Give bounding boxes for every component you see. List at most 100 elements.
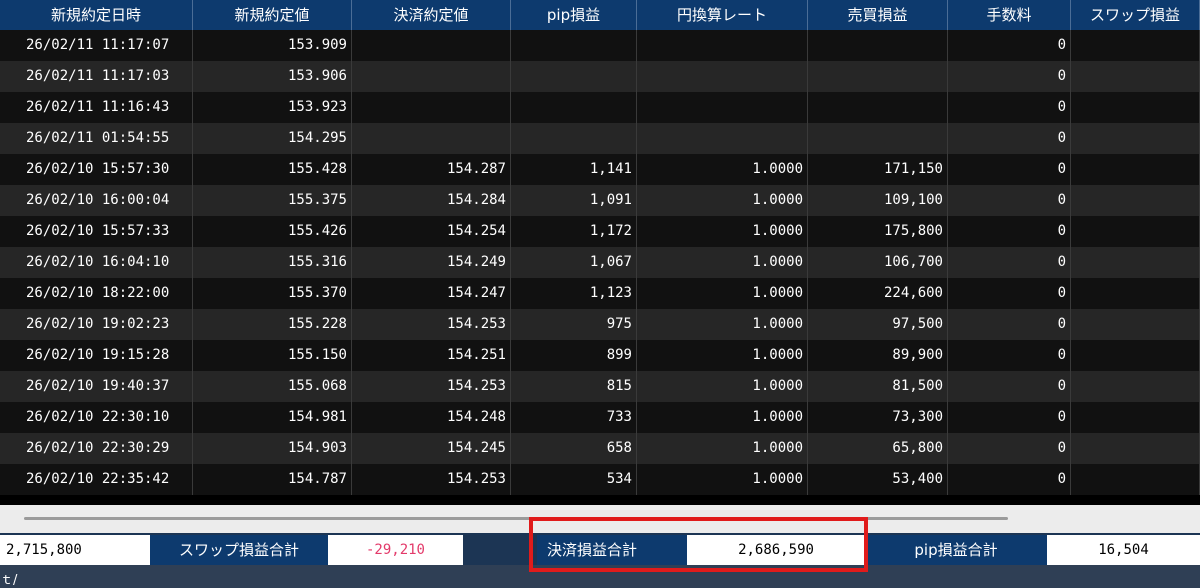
table-cell: 0 xyxy=(948,371,1071,402)
table-cell: 154.249 xyxy=(352,247,511,278)
table-row[interactable]: 26/02/10 15:57:33 155.426 154.254 1,172 1.00… xyxy=(0,216,1200,247)
table-row[interactable]: 26/02/11 01:54:55 154.295 0 xyxy=(0,123,1200,154)
table-cell: 154.903 xyxy=(193,433,352,464)
table-cell: 0 xyxy=(948,185,1071,216)
table-cell: 153.923 xyxy=(193,92,352,123)
column-header[interactable]: 円換算レート xyxy=(637,0,808,30)
column-header[interactable]: 売買損益 xyxy=(808,0,948,30)
table-cell xyxy=(637,123,808,154)
horizontal-scrollbar[interactable] xyxy=(0,505,1200,533)
table-cell: 1.0000 xyxy=(637,185,808,216)
table-cell: 0 xyxy=(948,402,1071,433)
table-cell xyxy=(1071,309,1200,340)
column-header[interactable]: 新規約定値 xyxy=(193,0,352,30)
table-cell: 1.0000 xyxy=(637,464,808,495)
table-cell: 153.909 xyxy=(193,30,352,61)
table-cell xyxy=(511,30,637,61)
table-cell xyxy=(637,30,808,61)
table-cell: 1.0000 xyxy=(637,216,808,247)
table-cell: 53,400 xyxy=(808,464,948,495)
table-cell: 0 xyxy=(948,278,1071,309)
scrollbar-thumb[interactable] xyxy=(24,517,1008,520)
table-row[interactable]: 26/02/10 22:30:29 154.903 154.245 658 1.0000… xyxy=(0,433,1200,464)
table-cell: 155.068 xyxy=(193,371,352,402)
table-cell: 815 xyxy=(511,371,637,402)
table-cell: 0 xyxy=(948,464,1071,495)
table-cell: 1,123 xyxy=(511,278,637,309)
table-bottom-band xyxy=(0,495,1200,505)
table-cell: 26/02/10 15:57:30 xyxy=(0,154,193,185)
table-cell: 154.253 xyxy=(352,309,511,340)
trade-total-value: 2,715,800 xyxy=(0,535,150,565)
table-cell: 1.0000 xyxy=(637,402,808,433)
table-cell xyxy=(1071,433,1200,464)
table-cell: 26/02/11 11:17:03 xyxy=(0,61,193,92)
table-cell: 154.253 xyxy=(352,464,511,495)
table-cell: 154.787 xyxy=(193,464,352,495)
table-cell: 0 xyxy=(948,247,1071,278)
table-cell: 26/02/10 18:22:00 xyxy=(0,278,193,309)
table-row[interactable]: 26/02/10 22:35:42 154.787 154.253 534 1.0000… xyxy=(0,464,1200,495)
table-row[interactable]: 26/02/10 19:40:37 155.068 154.253 815 1.0000… xyxy=(0,371,1200,402)
table-cell: 155.316 xyxy=(193,247,352,278)
table-cell xyxy=(637,61,808,92)
table-cell: 154.253 xyxy=(352,371,511,402)
table-cell: 154.981 xyxy=(193,402,352,433)
table-cell: 1.0000 xyxy=(637,247,808,278)
table-row[interactable]: 26/02/10 22:30:10 154.981 154.248 733 1.0000… xyxy=(0,402,1200,433)
table-cell: 658 xyxy=(511,433,637,464)
table-cell: 0 xyxy=(948,340,1071,371)
table-cell: 155.426 xyxy=(193,216,352,247)
table-row[interactable]: 26/02/11 11:16:43 153.923 0 xyxy=(0,92,1200,123)
table-cell: 81,500 xyxy=(808,371,948,402)
table-cell: 154.287 xyxy=(352,154,511,185)
table-cell: 26/02/10 22:35:42 xyxy=(0,464,193,495)
table-row[interactable]: 26/02/11 11:17:07 153.909 0 xyxy=(0,30,1200,61)
table-cell: 26/02/10 16:04:10 xyxy=(0,247,193,278)
table-cell xyxy=(1071,154,1200,185)
table-cell xyxy=(352,92,511,123)
totals-bar: 2,715,800 スワップ損益合計 -29,210 決済損益合計 2,686,… xyxy=(0,533,1200,565)
table-cell xyxy=(1071,371,1200,402)
table-row[interactable]: 26/02/10 16:04:10 155.316 154.249 1,067 1.00… xyxy=(0,247,1200,278)
table-cell: 154.247 xyxy=(352,278,511,309)
column-header[interactable]: 手数料 xyxy=(948,0,1071,30)
table-cell: 155.428 xyxy=(193,154,352,185)
table-cell: 733 xyxy=(511,402,637,433)
column-header[interactable]: 決済約定値 xyxy=(352,0,511,30)
table-cell xyxy=(1071,92,1200,123)
table-header: 新規約定日時 新規約定値 決済約定値 pip損益 円換算レート 売買損益 手数料 スワップ損益 xyxy=(0,0,1200,30)
table-row[interactable]: 26/02/10 19:15:28 155.150 154.251 899 1.0000… xyxy=(0,340,1200,371)
table-row[interactable]: 26/02/10 19:02:23 155.228 154.253 975 1.0000… xyxy=(0,309,1200,340)
table-cell xyxy=(352,123,511,154)
table-row[interactable]: 26/02/10 15:57:30 155.428 154.287 1,141 1.00… xyxy=(0,154,1200,185)
table-cell: 154.254 xyxy=(352,216,511,247)
column-header[interactable]: スワップ損益 xyxy=(1071,0,1200,30)
table-cell: 154.245 xyxy=(352,433,511,464)
pip-total-value: 16,504 xyxy=(1047,535,1200,565)
table-row[interactable]: 26/02/10 18:22:00 155.370 154.247 1,123 1.00… xyxy=(0,278,1200,309)
settlement-total-value: 2,686,590 xyxy=(687,535,865,565)
table-cell: 26/02/10 19:02:23 xyxy=(0,309,193,340)
table-cell: 534 xyxy=(511,464,637,495)
table-row[interactable]: 26/02/10 16:00:04 155.375 154.284 1,091 1.00… xyxy=(0,185,1200,216)
bottom-text: ｔ/ xyxy=(0,573,18,588)
table-cell: 109,100 xyxy=(808,185,948,216)
table-cell: 65,800 xyxy=(808,433,948,464)
table-cell: 155.370 xyxy=(193,278,352,309)
table-cell: 155.228 xyxy=(193,309,352,340)
table-cell xyxy=(1071,61,1200,92)
table-cell xyxy=(1071,402,1200,433)
column-header[interactable]: 新規約定日時 xyxy=(0,0,193,30)
settlement-total-label: 決済損益合計 xyxy=(537,535,687,565)
table-row[interactable]: 26/02/11 11:17:03 153.906 0 xyxy=(0,61,1200,92)
table-cell: 155.150 xyxy=(193,340,352,371)
table-cell: 106,700 xyxy=(808,247,948,278)
column-header[interactable]: pip損益 xyxy=(511,0,637,30)
table-cell: 0 xyxy=(948,433,1071,464)
table-cell xyxy=(352,30,511,61)
table-cell: 899 xyxy=(511,340,637,371)
table-cell: 26/02/10 19:40:37 xyxy=(0,371,193,402)
table-cell xyxy=(1071,247,1200,278)
table-cell: 155.375 xyxy=(193,185,352,216)
